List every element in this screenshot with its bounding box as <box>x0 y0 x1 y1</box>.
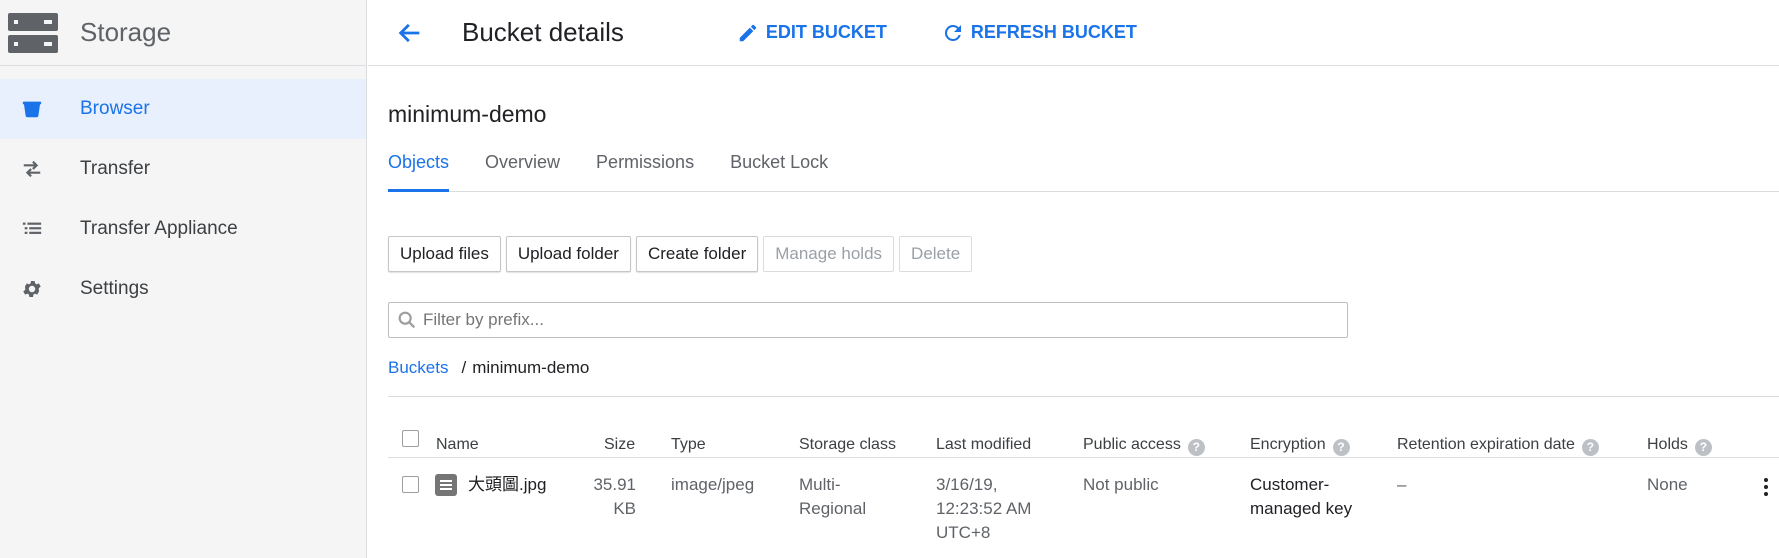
sidebar-header: Storage <box>0 0 366 66</box>
top-bar: Bucket details EDIT BUCKET REFRESH BUCKE… <box>368 0 1779 66</box>
breadcrumb-separator: / <box>461 358 467 377</box>
page-title: Bucket details <box>462 17 624 47</box>
column-public-access-label[interactable]: Public access <box>1083 436 1181 453</box>
breadcrumb-buckets-link[interactable]: Buckets <box>388 358 448 378</box>
object-size: 35.91 KB <box>590 473 636 521</box>
manage-holds-button[interactable]: Manage holds <box>763 236 895 272</box>
sidebar: Storage Browser Transfer Transfer Applia… <box>0 0 367 558</box>
sidebar-item-label: Transfer <box>80 158 151 179</box>
back-arrow-icon[interactable] <box>394 17 426 49</box>
refresh-bucket-label: REFRESH BUCKET <box>970 22 1137 42</box>
encryption-line-1: Customer- <box>1250 475 1330 494</box>
edit-bucket-button[interactable]: EDIT BUCKET <box>736 21 887 45</box>
last-modified-zone: UTC+8 <box>936 523 991 542</box>
sidebar-item-transfer[interactable]: Transfer <box>0 139 366 199</box>
column-holds-label[interactable]: Holds <box>1647 436 1688 453</box>
sidebar-item-label: Browser <box>80 98 150 119</box>
column-last-modified[interactable]: Last modified <box>936 436 1031 454</box>
object-type: image/jpeg <box>671 475 755 494</box>
pencil-icon <box>736 21 760 45</box>
column-name[interactable]: Name <box>436 436 479 454</box>
column-retention-label[interactable]: Retention expiration date <box>1397 436 1575 453</box>
help-icon[interactable]: ? <box>1332 439 1350 456</box>
upload-folder-button[interactable]: Upload folder <box>505 236 631 272</box>
sidebar-item-label: Settings <box>80 278 149 299</box>
gear-icon <box>20 277 44 301</box>
bucket-name: minimum-demo <box>388 101 547 127</box>
object-storage-class: Multi- Regional <box>799 473 866 521</box>
object-last-modified: 3/16/19, 12:23:52 AM UTC+8 <box>936 473 1031 545</box>
object-actions: Upload files Upload folder Create folder… <box>388 236 977 272</box>
divider <box>388 396 1779 397</box>
breadcrumb-current: minimum-demo <box>472 358 590 377</box>
object-holds: None <box>1647 475 1688 494</box>
more-options-icon[interactable] <box>1761 478 1771 496</box>
column-type[interactable]: Type <box>671 436 706 454</box>
help-icon[interactable]: ? <box>1581 439 1599 456</box>
list-icon <box>20 217 44 241</box>
column-public-access: Public access? <box>1083 436 1205 456</box>
tab-bucket-lock[interactable]: Bucket Lock <box>730 144 828 192</box>
last-modified-date: 3/16/19, <box>936 475 998 494</box>
object-size-unit: KB <box>613 499 636 518</box>
bucket-icon <box>20 97 44 121</box>
help-icon[interactable]: ? <box>1187 439 1205 456</box>
tab-objects[interactable]: Objects <box>388 144 450 192</box>
object-encryption[interactable]: Customer- managed key <box>1250 473 1352 521</box>
refresh-icon <box>941 21 965 45</box>
select-all-checkbox[interactable] <box>402 430 419 447</box>
delete-button[interactable]: Delete <box>899 236 973 272</box>
swap-arrows-icon <box>20 157 44 181</box>
upload-files-button[interactable]: Upload files <box>388 236 501 272</box>
filter-input[interactable] <box>423 310 1323 330</box>
sidebar-item-transfer-appliance[interactable]: Transfer Appliance <box>0 199 366 259</box>
column-retention: Retention expiration date? <box>1397 436 1599 456</box>
column-holds: Holds? <box>1647 436 1712 456</box>
object-public-access: Not public <box>1083 475 1159 494</box>
encryption-line-2: managed key <box>1250 499 1353 518</box>
column-encryption: Encryption? <box>1250 436 1350 456</box>
tab-overview[interactable]: Overview <box>485 144 560 192</box>
edit-bucket-label: EDIT BUCKET <box>765 22 887 42</box>
create-folder-button[interactable]: Create folder <box>635 236 759 272</box>
column-encryption-label[interactable]: Encryption <box>1250 436 1326 453</box>
object-name-link[interactable]: 大頭圖.jpg <box>468 473 546 497</box>
refresh-bucket-button[interactable]: REFRESH BUCKET <box>941 21 1137 45</box>
column-storage-class[interactable]: Storage class <box>799 436 896 454</box>
help-icon[interactable]: ? <box>1694 439 1712 456</box>
storage-logo-icon <box>8 12 58 53</box>
file-icon <box>435 474 457 496</box>
app-title: Storage <box>80 17 172 47</box>
storage-class-line-2: Regional <box>799 499 867 518</box>
sidebar-item-browser[interactable]: Browser <box>0 79 366 139</box>
object-size-value: 35.91 <box>593 475 636 494</box>
search-icon <box>395 308 419 332</box>
row-checkbox[interactable] <box>402 476 419 493</box>
storage-class-line-1: Multi- <box>799 475 841 494</box>
table-header: Name Size Type Storage class Last modifi… <box>388 430 1779 458</box>
bucket-tabs: Objects Overview Permissions Bucket Lock <box>388 144 1779 192</box>
sidebar-item-settings[interactable]: Settings <box>0 259 366 319</box>
filter-box <box>388 302 1348 338</box>
tab-permissions[interactable]: Permissions <box>596 144 694 192</box>
breadcrumb: Buckets / minimum-demo <box>388 358 589 378</box>
sidebar-item-label: Transfer Appliance <box>80 218 238 239</box>
last-modified-time: 12:23:52 AM <box>936 499 1032 518</box>
object-retention: – <box>1397 475 1407 494</box>
column-size[interactable]: Size <box>604 436 635 454</box>
